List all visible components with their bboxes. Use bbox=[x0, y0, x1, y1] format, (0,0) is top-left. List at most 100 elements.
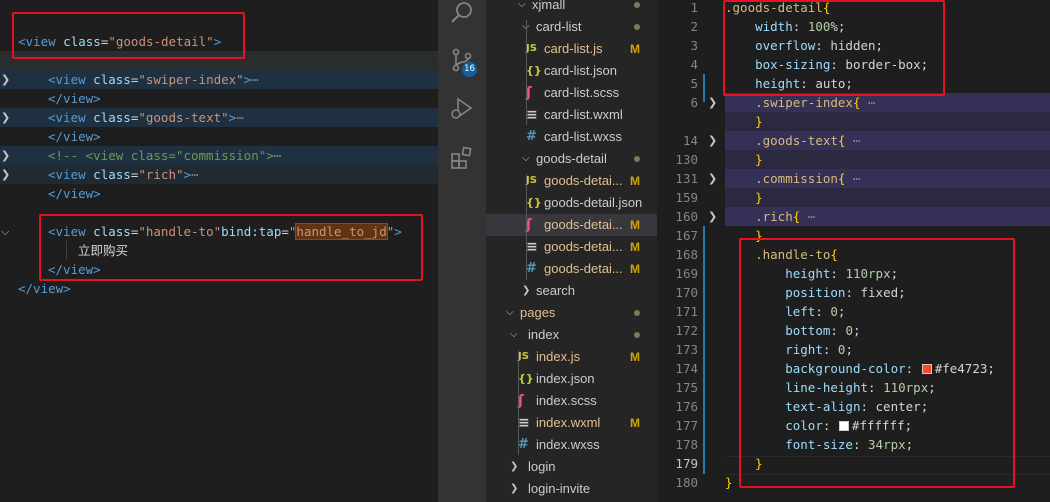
code-token: } bbox=[755, 152, 763, 167]
code-line[interactable]: 131 ❯ .commission{ ⋯ bbox=[657, 169, 1050, 188]
annotation-box-goods-detail bbox=[12, 12, 245, 59]
explorer-file[interactable]: # goods-detai... M bbox=[486, 258, 657, 280]
code-line[interactable]: 159 } bbox=[657, 188, 1050, 207]
fold-chevron-icon[interactable]: ❯ bbox=[708, 93, 717, 112]
explorer-item-label: goods-detai... bbox=[544, 173, 623, 188]
js-file-icon: JS bbox=[518, 351, 529, 362]
explorer-item-label: login bbox=[528, 459, 556, 474]
extensions-icon[interactable] bbox=[450, 146, 474, 170]
code-line[interactable]: </view> bbox=[0, 127, 438, 146]
explorer-file[interactable]: ʃ index.scss bbox=[486, 390, 657, 412]
explorer-file[interactable]: ≡ card-list.wxml bbox=[486, 104, 657, 126]
explorer-folder[interactable]: ❯ login-invite bbox=[486, 478, 657, 500]
code-line[interactable]: </view> bbox=[0, 184, 438, 203]
code-line[interactable]: ❯ <view class="rich">⋯ bbox=[0, 165, 438, 184]
code-line[interactable]: </view> bbox=[0, 89, 438, 108]
explorer-file[interactable]: JS goods-detai... M bbox=[486, 170, 657, 192]
fold-chevron-icon[interactable]: ❯ bbox=[1, 146, 10, 165]
fold-chevron-icon[interactable]: ❯ bbox=[1, 165, 10, 184]
code-line-content: </view> bbox=[48, 184, 101, 203]
code-token: </view> bbox=[18, 281, 71, 296]
code-token: .commission bbox=[755, 171, 838, 186]
js-file-icon: JS bbox=[526, 175, 537, 186]
explorer-folder[interactable]: ⌵ index bbox=[486, 324, 657, 346]
code-token: ⋯ bbox=[251, 72, 259, 87]
chevron-down-icon[interactable]: ⌵ bbox=[510, 324, 518, 346]
folder-modified-dot bbox=[634, 156, 640, 162]
explorer-folder[interactable]: ⌵ xjmall bbox=[486, 0, 657, 16]
line-number: 14 bbox=[682, 133, 698, 148]
run-debug-icon[interactable] bbox=[450, 96, 474, 120]
explorer-item-label: index.scss bbox=[536, 393, 597, 408]
right-editor-pane[interactable]: 1 .goods-detail{2 width: 100%; 3 overflow:… bbox=[657, 0, 1050, 502]
explorer-item-label: index.wxml bbox=[536, 415, 601, 430]
fold-chevron-icon[interactable]: ❯ bbox=[708, 131, 717, 150]
file-explorer: ⌵xjmall⌵card-listJScard-list.jsM{}card-l… bbox=[486, 0, 657, 502]
code-line[interactable]: ❯ <view class="swiper-index">⋯ bbox=[0, 70, 438, 89]
explorer-file[interactable]: {} index.json bbox=[486, 368, 657, 390]
line-number: 173 bbox=[675, 342, 698, 357]
explorer-file[interactable]: ≡ index.wxml M bbox=[486, 412, 657, 434]
explorer-item-label: goods-detai... bbox=[544, 261, 623, 276]
explorer-file[interactable]: # card-list.wxss bbox=[486, 126, 657, 148]
line-number: 176 bbox=[675, 399, 698, 414]
code-token: "goods-text" bbox=[138, 110, 229, 125]
modified-badge: M bbox=[630, 350, 640, 364]
code-token: } bbox=[755, 190, 763, 205]
line-number: 168 bbox=[675, 247, 698, 262]
code-line[interactable]: 130 } bbox=[657, 150, 1050, 169]
explorer-file[interactable]: ʃ goods-detai... M bbox=[486, 214, 657, 236]
explorer-file[interactable]: {} goods-detail.json bbox=[486, 192, 657, 214]
folder-modified-dot bbox=[634, 24, 640, 30]
line-number: 167 bbox=[675, 228, 698, 243]
line-number: 3 bbox=[690, 38, 698, 53]
folder-modified-dot bbox=[634, 2, 640, 8]
fold-chevron-icon[interactable]: ❯ bbox=[708, 169, 717, 188]
fold-chevron-icon[interactable]: ⌵ bbox=[1, 222, 9, 241]
chevron-down-icon[interactable]: ⌵ bbox=[506, 302, 514, 324]
explorer-item-label: card-list.scss bbox=[544, 85, 620, 100]
explorer-file[interactable]: JS card-list.js M bbox=[486, 38, 657, 60]
code-line-content: </view> bbox=[48, 127, 101, 146]
chevron-right-icon[interactable]: ❯ bbox=[510, 478, 518, 500]
code-line[interactable]: </view> bbox=[0, 279, 438, 298]
code-line[interactable]: } bbox=[657, 112, 1050, 131]
activity-bar: 16 bbox=[438, 0, 486, 502]
modified-badge: M bbox=[630, 262, 640, 276]
search-icon[interactable] bbox=[450, 0, 474, 24]
explorer-folder[interactable]: ⌵card-list bbox=[486, 16, 657, 38]
chevron-down-icon[interactable]: ⌵ bbox=[518, 0, 526, 16]
json-file-icon: {} bbox=[518, 372, 534, 385]
code-line[interactable]: 160 ❯ .rich{ ⋯ bbox=[657, 207, 1050, 226]
code-line[interactable]: 14 ❯ .goods-text{ ⋯ bbox=[657, 131, 1050, 150]
code-line[interactable]: ❯ <view class="goods-text">⋯ bbox=[0, 108, 438, 127]
explorer-folder[interactable]: ❯ login bbox=[486, 456, 657, 478]
code-token: ⋯ bbox=[273, 148, 282, 163]
explorer-folder[interactable]: ⌵ goods-detail bbox=[486, 148, 657, 170]
explorer-file[interactable]: # index.wxss bbox=[486, 434, 657, 456]
fold-chevron-icon[interactable]: ❯ bbox=[708, 207, 717, 226]
gutter-change-marker bbox=[703, 226, 705, 474]
left-editor-pane[interactable]: <view class="goods-detail"> ❯ <view class… bbox=[0, 0, 438, 502]
tree-indent-guide bbox=[526, 174, 527, 280]
fold-chevron-icon[interactable]: ❯ bbox=[1, 70, 10, 89]
fold-chevron-icon[interactable]: ❯ bbox=[1, 108, 10, 127]
chevron-right-icon[interactable]: ❯ bbox=[522, 280, 530, 302]
explorer-folder[interactable]: ⌵ pages bbox=[486, 302, 657, 324]
line-number: 180 bbox=[675, 475, 698, 490]
code-token: <view bbox=[48, 110, 86, 125]
code-token: ⋯ bbox=[845, 133, 861, 148]
chevron-down-icon[interactable]: ⌵ bbox=[522, 148, 530, 170]
explorer-file[interactable]: ≡ goods-detai... M bbox=[486, 236, 657, 258]
chevron-right-icon[interactable]: ❯ bbox=[510, 456, 518, 478]
explorer-folder[interactable]: ❯ search bbox=[486, 280, 657, 302]
line-number: 160 bbox=[675, 209, 698, 224]
code-line[interactable]: ❯ <!-- <view class="commission">⋯ bbox=[0, 146, 438, 165]
explorer-file[interactable]: {} card-list.json bbox=[486, 60, 657, 82]
explorer-item-label: goods-detail bbox=[536, 151, 607, 166]
explorer-file[interactable]: JS index.js M bbox=[486, 346, 657, 368]
explorer-file[interactable]: ʃ card-list.scss bbox=[486, 82, 657, 104]
